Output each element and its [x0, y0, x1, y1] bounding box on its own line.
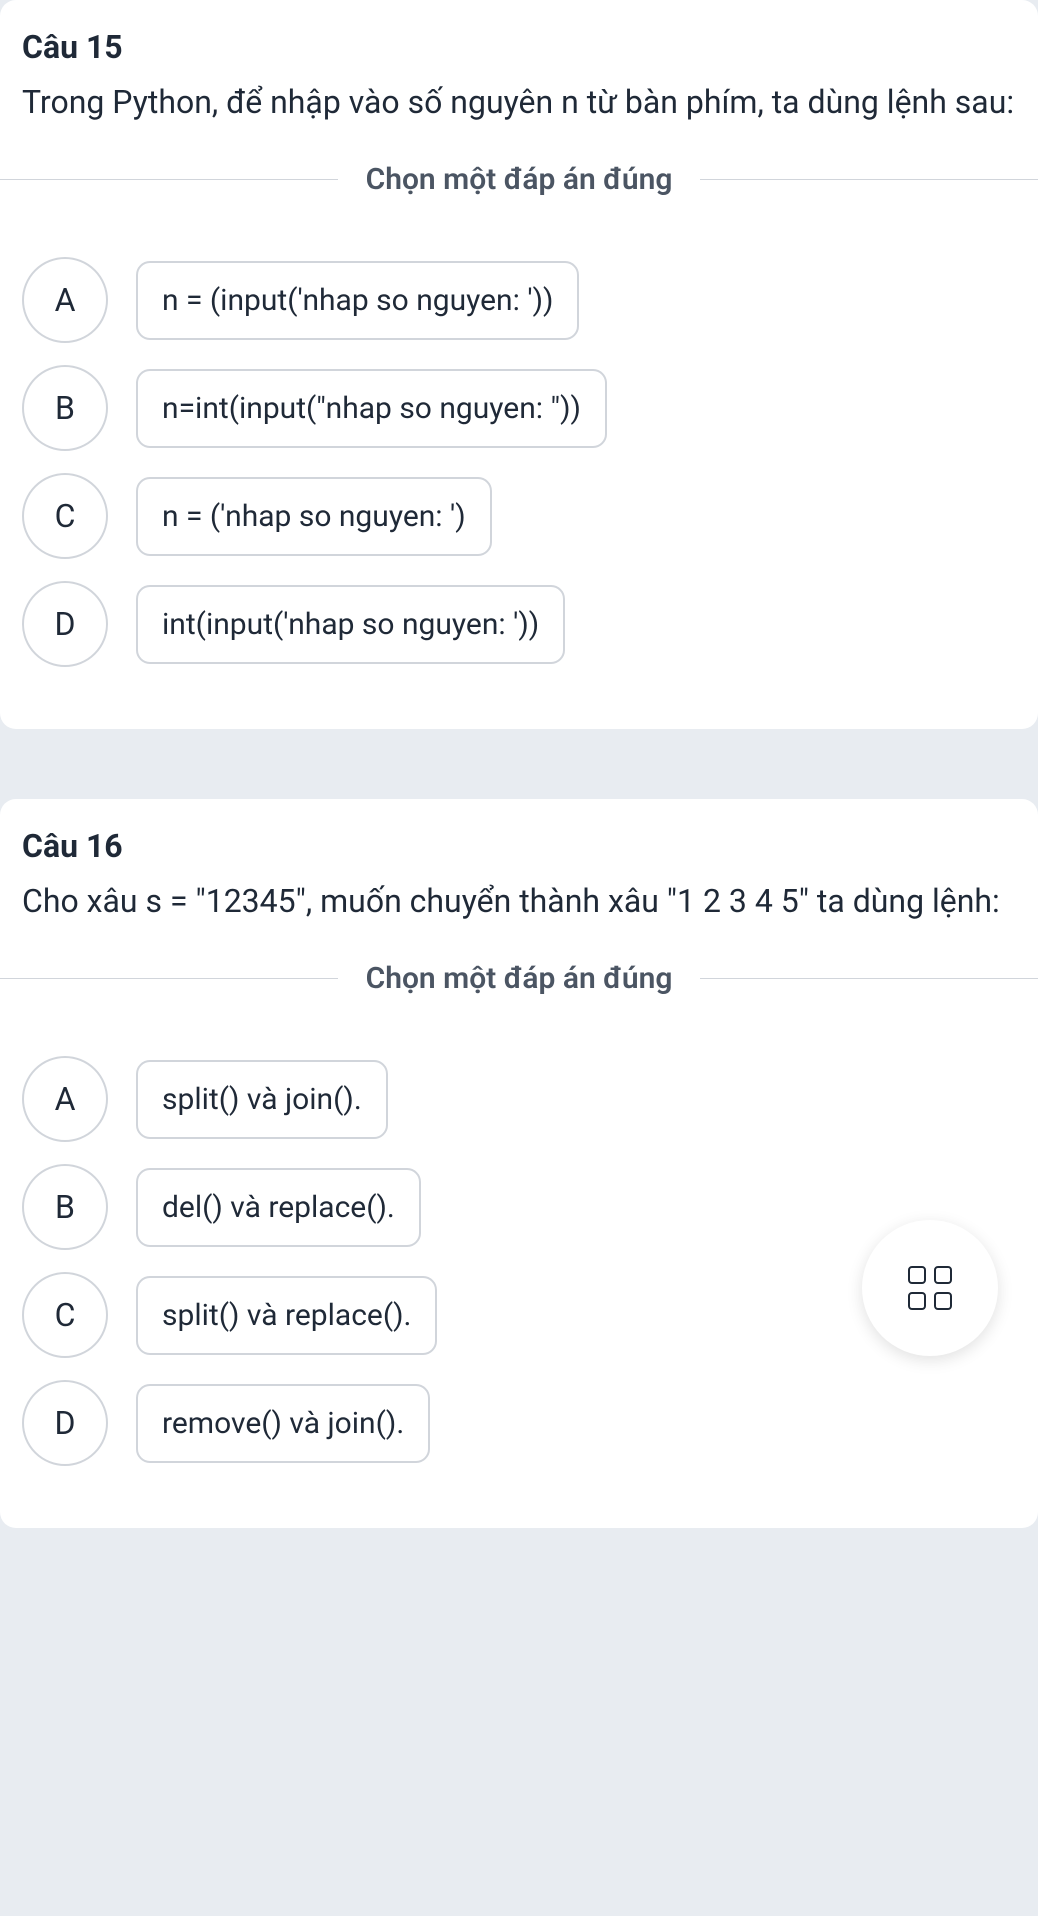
option-content: split() và replace().	[136, 1276, 437, 1355]
option-a[interactable]: A split() và join().	[22, 1056, 1016, 1142]
option-content: n=int(input("nhap so nguyen: "))	[136, 369, 607, 448]
question-card-15: Câu 15 Trong Python, để nhập vào số nguy…	[0, 0, 1038, 729]
divider-line-left	[0, 179, 338, 180]
question-text: Cho xâu s = "12345", muốn chuyển thành x…	[22, 877, 1016, 925]
option-d[interactable]: D int(input('nhap so nguyen: '))	[22, 581, 1016, 667]
option-letter: C	[22, 473, 108, 559]
option-letter: D	[22, 581, 108, 667]
option-b[interactable]: B del() và replace().	[22, 1164, 1016, 1250]
option-d[interactable]: D remove() và join().	[22, 1380, 1016, 1466]
option-content: split() và join().	[136, 1060, 388, 1139]
option-b[interactable]: B n=int(input("nhap so nguyen: "))	[22, 365, 1016, 451]
option-content: remove() và join().	[136, 1384, 430, 1463]
option-content: int(input('nhap so nguyen: '))	[136, 585, 565, 664]
divider-line-left	[0, 978, 338, 979]
option-letter: D	[22, 1380, 108, 1466]
divider-line-right	[700, 179, 1038, 180]
instruction-text: Chọn một đáp án đúng	[338, 162, 701, 197]
instruction-divider: Chọn một đáp án đúng	[0, 162, 1038, 197]
option-c[interactable]: C n = ('nhap so nguyen: ')	[22, 473, 1016, 559]
grid-menu-button[interactable]	[862, 1220, 998, 1356]
question-card-16: Câu 16 Cho xâu s = "12345", muốn chuyển …	[0, 799, 1038, 1528]
option-a[interactable]: A n = (input('nhap so nguyen: '))	[22, 257, 1016, 343]
question-number: Câu 16	[22, 827, 1016, 865]
divider-line-right	[700, 978, 1038, 979]
option-letter: A	[22, 257, 108, 343]
option-letter: A	[22, 1056, 108, 1142]
option-content: n = ('nhap so nguyen: ')	[136, 477, 492, 556]
grid-icon	[908, 1266, 952, 1310]
option-content: n = (input('nhap so nguyen: '))	[136, 261, 579, 340]
question-number: Câu 15	[22, 28, 1016, 66]
option-letter: B	[22, 1164, 108, 1250]
option-content: del() và replace().	[136, 1168, 421, 1247]
instruction-text: Chọn một đáp án đúng	[338, 961, 701, 996]
instruction-divider: Chọn một đáp án đúng	[0, 961, 1038, 996]
question-text: Trong Python, để nhập vào số nguyên n từ…	[22, 78, 1016, 126]
option-letter: C	[22, 1272, 108, 1358]
option-letter: B	[22, 365, 108, 451]
